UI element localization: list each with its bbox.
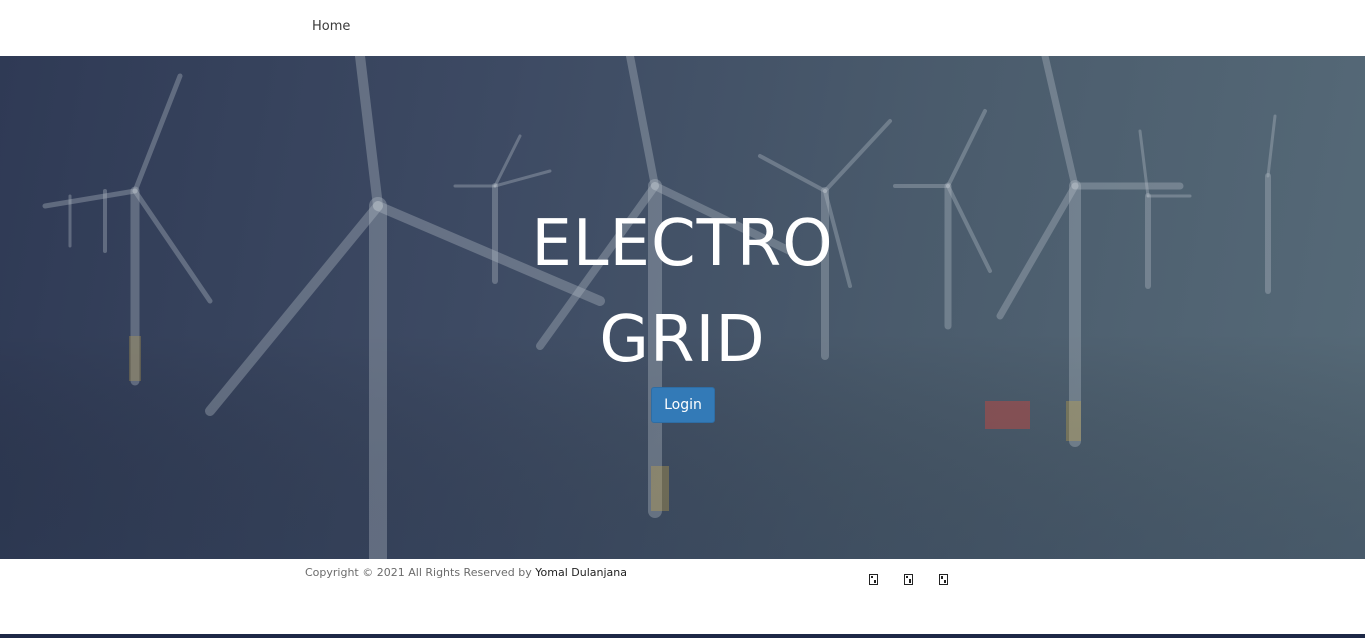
copyright-text: Copyright © 2021 All Rights Reserved by …: [305, 566, 627, 579]
footer-bottom-bar: [0, 634, 1365, 638]
copyright-label: Copyright © 2021 All Rights Reserved by: [305, 566, 536, 579]
page-footer: Copyright © 2021 All Rights Reserved by …: [0, 559, 1365, 634]
hero-title-line2: GRID: [599, 303, 766, 377]
linkedin-icon[interactable]: [939, 570, 948, 585]
nav-home-link[interactable]: Home: [312, 19, 350, 34]
facebook-icon[interactable]: [869, 570, 878, 585]
author-link[interactable]: Yomal Dulanjana: [535, 566, 627, 579]
hero-title-line1: ELECTRO: [531, 207, 834, 281]
top-navbar: Home: [0, 0, 1365, 56]
twitter-icon[interactable]: [904, 570, 913, 585]
hero-banner: ELECTRO GRID Login: [0, 56, 1365, 559]
login-button[interactable]: Login: [651, 387, 715, 423]
